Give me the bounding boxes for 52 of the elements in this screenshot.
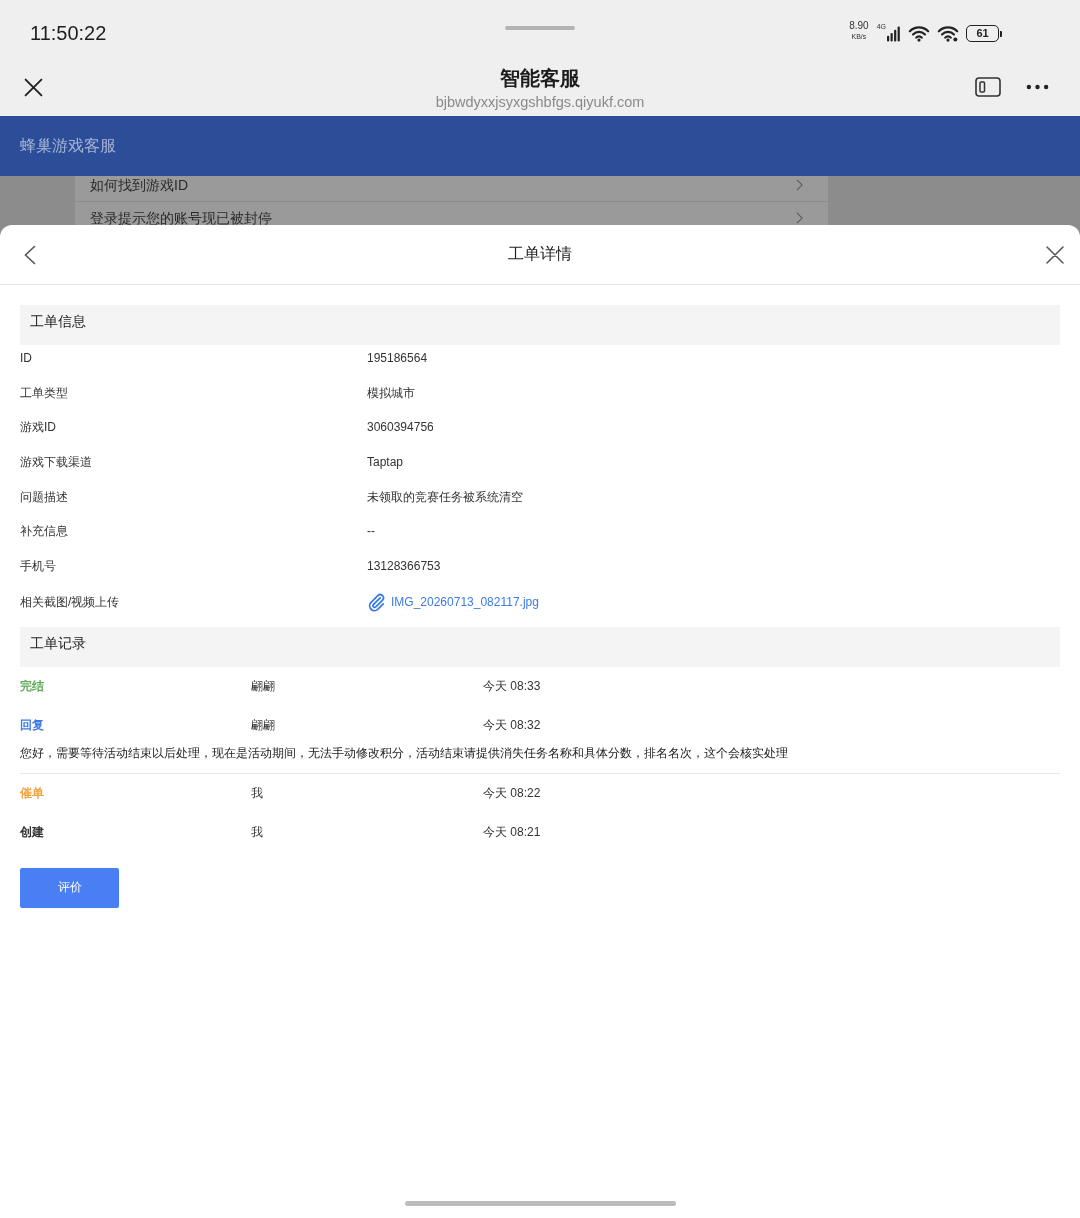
record-status: 完结: [20, 677, 44, 695]
field-value: 3060394756: [367, 419, 434, 437]
back-button[interactable]: [24, 244, 36, 265]
close-button[interactable]: [24, 77, 43, 97]
signal-icon: [887, 26, 900, 42]
record-status: 创建: [20, 823, 44, 841]
sidebar-icon[interactable]: [975, 77, 1001, 97]
field-label: ID: [20, 350, 32, 367]
attachment-link[interactable]: IMG_20260713_082117.jpg: [391, 593, 539, 611]
record-time: 今天 08:32: [483, 716, 541, 734]
field-label: 手机号: [20, 558, 56, 576]
record-status: 回复: [20, 716, 44, 734]
wifi-icon: [908, 25, 930, 42]
record-time: 今天 08:33: [483, 677, 541, 695]
record-actor: 我: [251, 823, 263, 841]
field-value: 195186564: [367, 350, 428, 367]
section-header: 工单信息: [20, 305, 1060, 345]
field-label: 游戏ID: [20, 419, 56, 437]
paperclip-icon: [367, 592, 386, 612]
record-actor: 我: [251, 784, 263, 802]
field-value: Taptap: [367, 454, 404, 472]
more-icon[interactable]: [1026, 84, 1049, 90]
field-label: 游戏下载渠道: [20, 454, 92, 472]
faq-item[interactable]: 如何找到游戏ID: [75, 176, 828, 202]
site-title: 蜂巢游戏客服: [20, 135, 116, 156]
field-label: 工单类型: [20, 384, 68, 402]
field-label: 相关截图/视频上传: [20, 593, 120, 611]
field-value: --: [367, 523, 375, 541]
record-status: 催单: [20, 784, 44, 802]
record-actor: 翩翩: [251, 677, 275, 695]
page-title: 智能客服: [500, 65, 580, 90]
sheet-title: 工单详情: [508, 244, 572, 264]
field-value: 模拟城市: [367, 384, 415, 402]
record-time: 今天 08:21: [483, 823, 541, 841]
field-value: 未领取的竞赛任务被系统清空: [367, 488, 523, 506]
field-value: 13128366753: [367, 558, 441, 576]
section-header: 工单记录: [20, 626, 1060, 667]
chevron-right-icon: [796, 212, 803, 224]
rate-button[interactable]: 评价: [20, 867, 119, 908]
reply-message: 您好，需要等待活动结束以后处理，现在是活动期间，无法手动修改积分，活动结束请提供消失任务名称和具体分数，排名名次，这个会核实处理: [20, 744, 789, 762]
close-button[interactable]: [1046, 245, 1064, 264]
network-speed: 8.90: [849, 20, 869, 32]
field-label: 补充信息: [20, 523, 68, 541]
field-label: 问题描述: [20, 488, 68, 506]
record-time: 今天 08:22: [483, 784, 541, 802]
chevron-right-icon: [796, 179, 803, 191]
record-actor: 翩翩: [251, 716, 275, 734]
wifi-icon: [937, 25, 959, 42]
page-url: bjbwdyxxjsyxgshbfgs.qiyukf.com: [435, 92, 645, 111]
battery-indicator: 61: [966, 25, 1002, 42]
drag-handle[interactable]: [505, 26, 575, 30]
clock-time: 11:50:22: [30, 21, 107, 45]
